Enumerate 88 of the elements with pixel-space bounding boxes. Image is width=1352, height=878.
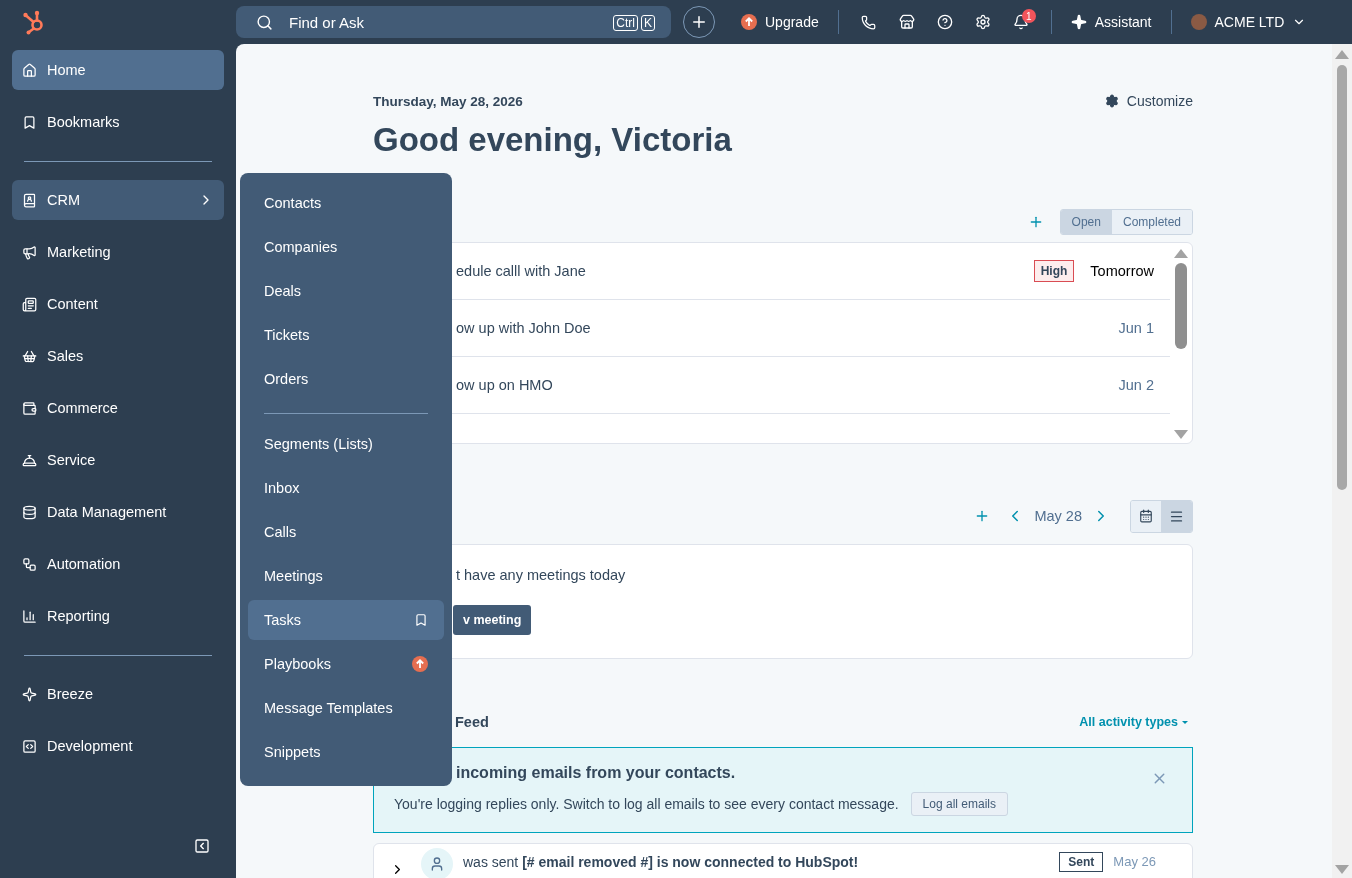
- sidebar-item[interactable]: Bookmarks: [12, 102, 224, 142]
- caret-icon: [1181, 718, 1189, 726]
- basket-icon: [22, 348, 37, 364]
- newspaper-icon: [22, 296, 37, 312]
- collapse-icon[interactable]: [194, 838, 210, 854]
- menu-item[interactable]: Deals: [248, 271, 444, 311]
- banner-text: You're logging replies only. Switch to log all emails to see every contact message.: [394, 796, 899, 812]
- sidebar-item[interactable]: Sales: [12, 336, 224, 376]
- sidebar-item[interactable]: Automation: [12, 544, 224, 584]
- sidebar-item[interactable]: Home: [12, 50, 224, 90]
- meeting-button[interactable]: v meeting: [453, 605, 532, 635]
- sparkle-icon: [1070, 14, 1087, 30]
- service-bell-icon: [22, 452, 37, 468]
- bell-icon[interactable]: [1012, 14, 1029, 30]
- meeting-date: May 28: [1034, 508, 1082, 524]
- activity-date: May 26: [1113, 853, 1156, 869]
- home-icon: [22, 62, 37, 78]
- activity-text: was sent [# email removed #] is now connected to HubSpot!: [463, 853, 860, 870]
- sidebar-item[interactable]: Commerce: [12, 388, 224, 428]
- menu-item[interactable]: Message Templates: [248, 688, 444, 728]
- sidebar-item[interactable]: Development: [12, 726, 224, 766]
- upgrade-button[interactable]: Upgrade: [733, 6, 827, 38]
- sidebar-item[interactable]: Breeze: [12, 674, 224, 714]
- shortcut-key: K: [641, 15, 655, 31]
- notification-count: 1: [1021, 9, 1036, 23]
- menu-item[interactable]: Calls: [248, 512, 444, 552]
- code-icon: [22, 738, 37, 754]
- menu-item[interactable]: Tickets: [248, 315, 444, 355]
- megaphone-icon: [22, 244, 37, 260]
- task-title[interactable]: edule calll with Jane: [456, 263, 1018, 279]
- search-bar[interactable]: Find or Ask Ctrl K: [236, 6, 671, 38]
- scrollbar[interactable]: [1332, 44, 1352, 878]
- sidebar-item[interactable]: Data Management: [12, 492, 224, 532]
- plus-icon: [690, 13, 708, 31]
- search-input[interactable]: Find or Ask: [287, 12, 597, 32]
- bar-chart-icon: [22, 608, 37, 624]
- menu-item[interactable]: Segments (Lists): [248, 424, 444, 464]
- sidebar-item[interactable]: CRM: [12, 180, 224, 220]
- shortcut-key: Ctrl: [613, 15, 638, 31]
- banner-title: incoming emails from your contacts.: [456, 764, 736, 782]
- calendar-icon: [1139, 509, 1153, 523]
- due-date: Jun 1: [1118, 320, 1154, 336]
- database-icon: [22, 504, 37, 520]
- contact-book-icon: [22, 192, 37, 208]
- empty-message: t have any meetings today: [456, 567, 627, 583]
- task-filter-tab[interactable]: Completed: [1111, 210, 1192, 234]
- list-icon: [1169, 508, 1184, 524]
- search-icon: [256, 13, 273, 31]
- task-title[interactable]: ow up with John Doe: [456, 320, 1103, 336]
- workflow-icon: [22, 556, 37, 572]
- task-title[interactable]: ow up on HMO: [456, 377, 1103, 393]
- logo-icon[interactable]: [22, 9, 46, 35]
- sparkle-icon: [22, 686, 37, 702]
- avatar: [1190, 14, 1207, 30]
- menu-item[interactable]: Inbox: [248, 468, 444, 508]
- date-text: Thursday, May 28, 2026: [373, 93, 524, 109]
- gear-icon: [1104, 94, 1119, 108]
- sidebar-item[interactable]: Service: [12, 440, 224, 480]
- sidebar-item[interactable]: Content: [12, 284, 224, 324]
- upgrade-icon: [741, 14, 757, 30]
- list-view-button[interactable]: [1161, 500, 1192, 532]
- menu-item[interactable]: Companies: [248, 227, 444, 267]
- due-date: Jun 2: [1118, 377, 1154, 393]
- account-menu[interactable]: ACME LTD: [1182, 6, 1315, 38]
- log-all-emails-button[interactable]: Log all emails: [910, 792, 1008, 816]
- priority-tag: High: [1033, 260, 1075, 282]
- menu-item[interactable]: Meetings: [248, 556, 444, 596]
- menu-item[interactable]: Snippets: [248, 732, 444, 772]
- menu-item[interactable]: Tasks: [248, 600, 444, 640]
- menu-item[interactable]: Orders: [248, 359, 444, 399]
- menu-item[interactable]: Contacts: [248, 183, 444, 223]
- upgrade-icon: [412, 656, 428, 672]
- sidebar-item[interactable]: Marketing: [12, 232, 224, 272]
- bookmark-icon: [22, 114, 37, 130]
- task-filter-tab[interactable]: Open: [1060, 210, 1112, 234]
- due-date: Tomorrow: [1090, 263, 1154, 279]
- customize-button[interactable]: Customize: [1104, 93, 1193, 109]
- calendar-view-button[interactable]: [1131, 500, 1161, 532]
- section-title: Feed: [455, 714, 489, 730]
- status-tag: Sent: [1059, 852, 1104, 872]
- bookmark-icon[interactable]: [414, 613, 428, 627]
- assistant-button[interactable]: Assistant: [1062, 6, 1160, 38]
- wallet-icon: [22, 400, 37, 416]
- menu-item[interactable]: Playbooks: [248, 644, 444, 684]
- person-icon: [429, 856, 445, 872]
- sidebar-item[interactable]: Reporting: [12, 596, 224, 636]
- greeting: Good evening, Victoria: [373, 121, 733, 159]
- activity-filter[interactable]: All activity types: [1075, 715, 1193, 729]
